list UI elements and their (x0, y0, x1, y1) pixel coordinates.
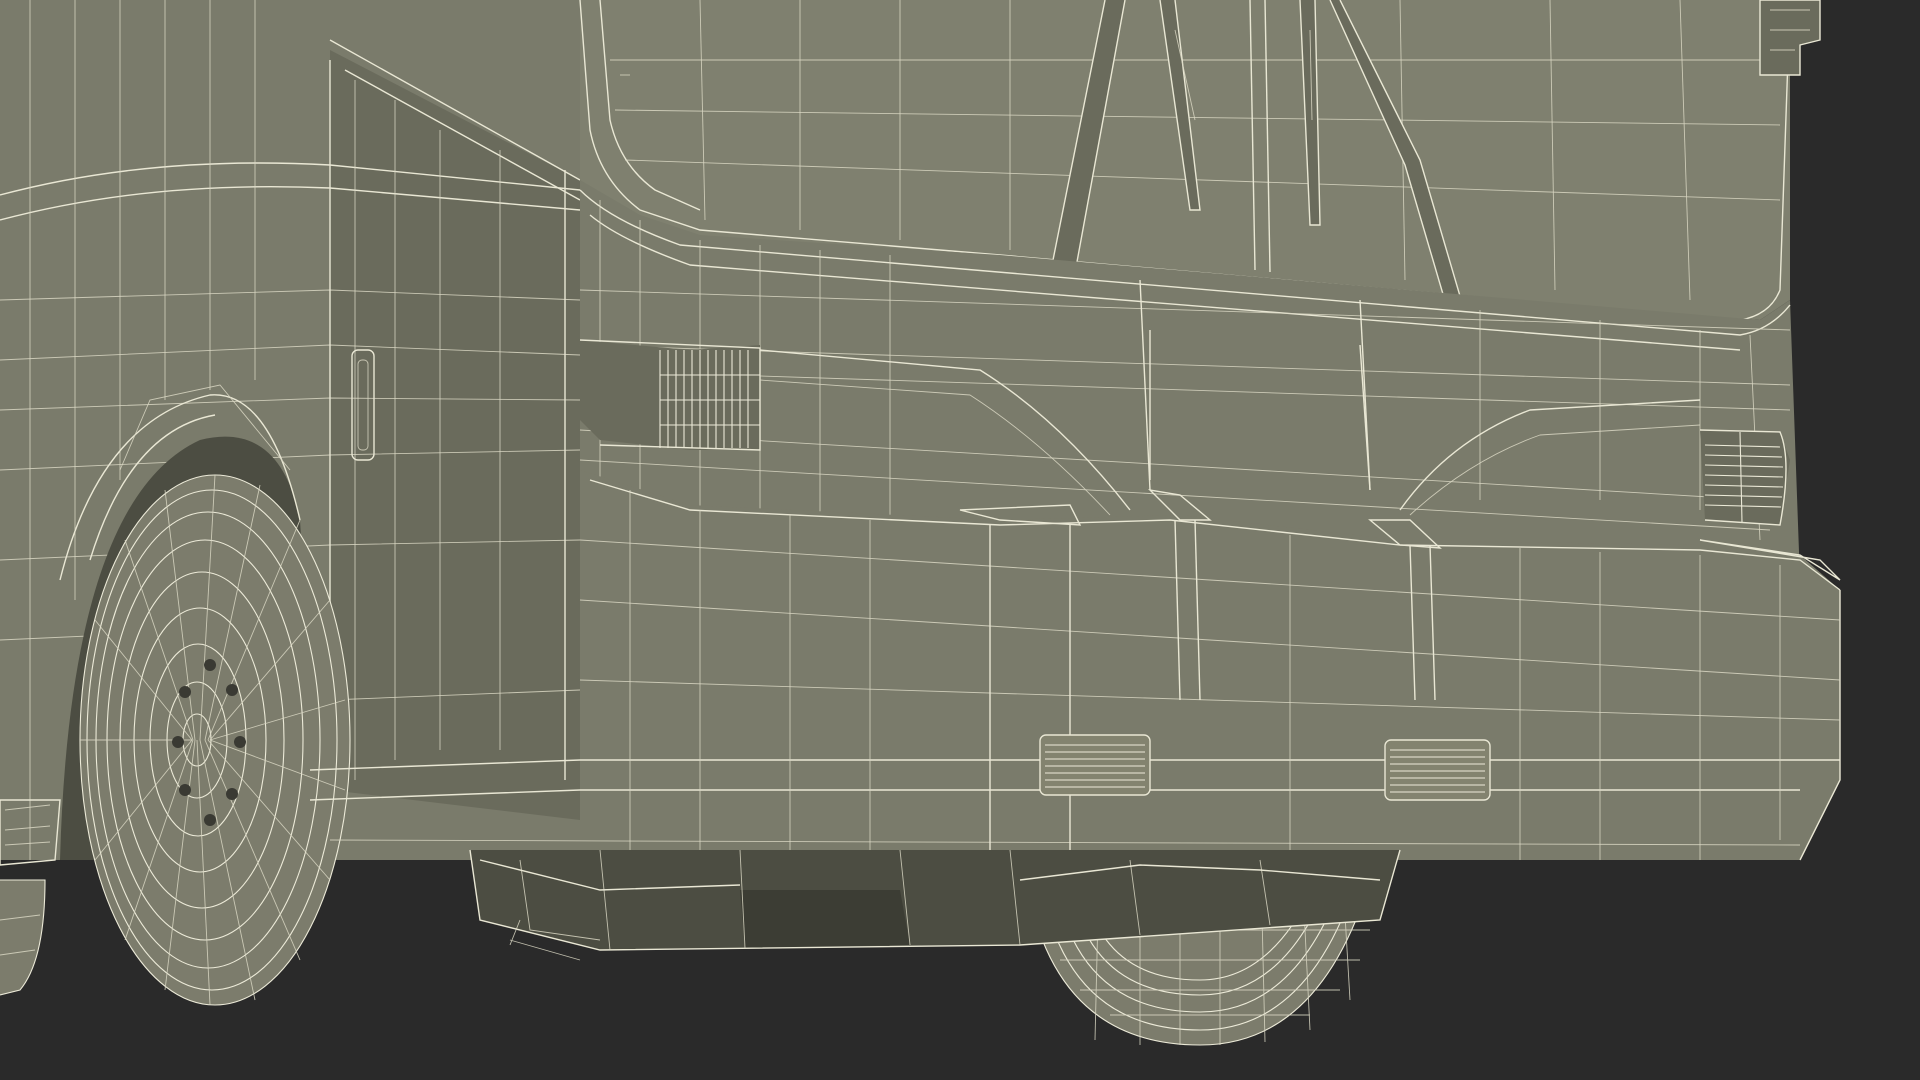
bus-wireframe-render (0, 0, 1841, 1046)
left-fog-light (1039, 734, 1151, 796)
front-left-wheel (79, 474, 351, 1006)
side-mirror-bracket (1759, 0, 1821, 76)
right-headlight (1699, 429, 1790, 526)
right-fog-light (1384, 739, 1491, 801)
render-viewport (0, 0, 1920, 1080)
left-headlight (579, 339, 761, 451)
